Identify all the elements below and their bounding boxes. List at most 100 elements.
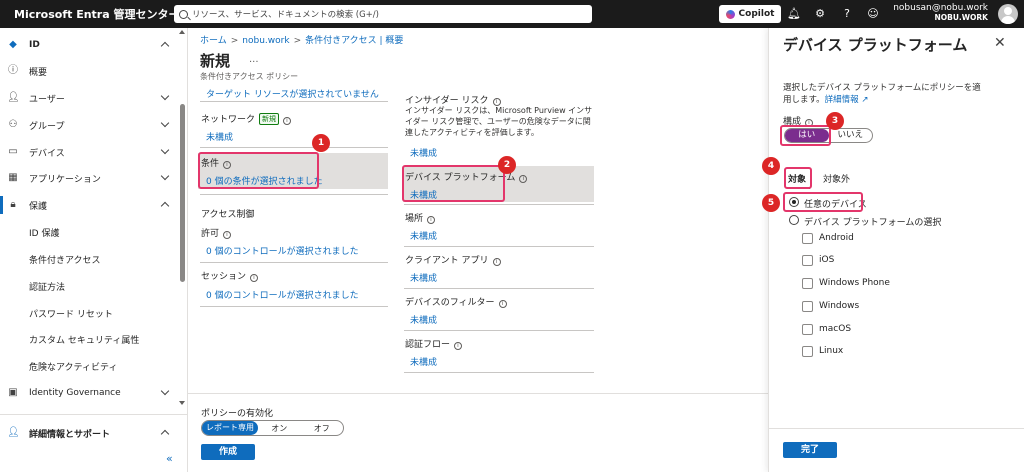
divider bbox=[200, 147, 388, 148]
more-options-icon[interactable]: ... bbox=[249, 54, 259, 65]
checkbox-ios[interactable] bbox=[802, 255, 813, 266]
checkbox-linux[interactable] bbox=[802, 346, 813, 357]
info-icon[interactable]: i bbox=[250, 274, 259, 282]
info-icon[interactable]: i bbox=[454, 342, 463, 350]
breadcrumb-tenant[interactable]: nobu.work bbox=[242, 36, 289, 46]
footer-bar: ポリシーの有効化 レポート専用 オン オフ 作成 bbox=[188, 393, 768, 472]
external-link-icon: ↗ bbox=[858, 95, 869, 105]
feedback-icon[interactable]: ☺ bbox=[866, 7, 880, 21]
checkbox-windows[interactable] bbox=[802, 301, 813, 312]
checkbox-android[interactable] bbox=[802, 233, 813, 244]
divider bbox=[404, 330, 594, 331]
insider-risk-value-link[interactable]: 未構成 bbox=[410, 146, 437, 159]
create-button[interactable]: 作成 bbox=[201, 444, 255, 460]
copilot-label: Copilot bbox=[738, 9, 775, 19]
info-icon[interactable]: i bbox=[223, 231, 232, 239]
info-icon: ⓘ bbox=[8, 65, 18, 76]
radio-select-platforms[interactable] bbox=[789, 215, 799, 225]
enable-policy-toggle[interactable]: レポート専用 オン オフ bbox=[201, 420, 344, 436]
divider bbox=[200, 101, 388, 102]
device-filter-value-link[interactable]: 未構成 bbox=[410, 313, 437, 326]
scroll-thumb[interactable] bbox=[180, 104, 185, 282]
info-icon[interactable]: i bbox=[498, 300, 507, 308]
tab-exclude[interactable]: 対象外 bbox=[823, 172, 850, 185]
close-icon[interactable]: ✕ bbox=[994, 35, 1006, 51]
sidebar-sub-password-reset[interactable]: パスワード リセット bbox=[29, 307, 113, 320]
help-icon[interactable]: ? bbox=[840, 7, 854, 21]
sidebar-item-applications[interactable]: ▦ アプリケーション bbox=[0, 165, 178, 191]
info-icon[interactable]: i bbox=[427, 216, 436, 224]
breadcrumb-ca-overview[interactable]: 条件付きアクセス | 概要 bbox=[305, 36, 403, 46]
client-apps-label: クライアント アプリ i bbox=[405, 253, 501, 266]
session-value-link[interactable]: 0 個のコントロールが選択されました bbox=[206, 288, 359, 301]
learn-more-link[interactable]: 詳細情報 bbox=[825, 95, 859, 105]
user-tenant: NOBU.WORK bbox=[934, 13, 988, 22]
chevron-down-icon bbox=[160, 120, 170, 130]
sidebar-item-label: 詳細情報とサポート bbox=[29, 429, 111, 440]
info-icon[interactable]: i bbox=[519, 175, 528, 183]
avatar[interactable] bbox=[998, 4, 1018, 24]
step-marker-4: 4 bbox=[762, 157, 780, 175]
target-resources-link[interactable]: ターゲット リソースが選択されていません bbox=[206, 87, 379, 100]
scroll-up-arrow-icon[interactable] bbox=[179, 30, 185, 34]
client-apps-value-link[interactable]: 未構成 bbox=[410, 271, 437, 284]
breadcrumb: ホーム > nobu.work > 条件付きアクセス | 概要 bbox=[200, 33, 403, 46]
device-filter-label-text: デバイスのフィルター bbox=[405, 298, 495, 308]
grant-value-link[interactable]: 0 個のコントロールが選択されました bbox=[206, 244, 359, 257]
panel-description: 選択したデバイス プラットフォームにポリシーを適用します。詳細情報 ↗ bbox=[783, 82, 983, 106]
toggle-off[interactable]: オフ bbox=[301, 423, 344, 434]
client-apps-label-text: クライアント アプリ bbox=[405, 256, 489, 266]
scroll-down-arrow-icon[interactable] bbox=[179, 401, 185, 405]
collapse-sidebar-icon[interactable]: « bbox=[166, 452, 173, 465]
sidebar-item-learn-support[interactable]: 👤︎ 詳細情報とサポート bbox=[0, 420, 178, 446]
info-icon[interactable]: i bbox=[283, 117, 292, 125]
person-help-icon: 👤︎ bbox=[7, 427, 20, 438]
toggle-on[interactable]: オン bbox=[258, 423, 301, 434]
auth-flow-value-link[interactable]: 未構成 bbox=[410, 355, 437, 368]
breadcrumb-home[interactable]: ホーム bbox=[200, 36, 227, 46]
step-marker-1: 1 bbox=[312, 134, 330, 152]
sidebar-item-devices[interactable]: ▭ デバイス bbox=[0, 139, 178, 165]
sidebar-item-groups[interactable]: ⚇ グループ bbox=[0, 112, 178, 138]
sidebar-item-label: グループ bbox=[29, 121, 65, 132]
configure-no[interactable]: いいえ bbox=[829, 129, 873, 142]
grant-label: 許可 i bbox=[201, 226, 232, 239]
sidebar-item-identity-governance[interactable]: ▣ Identity Governance bbox=[0, 380, 178, 406]
bell-icon[interactable]: 🔔︎ bbox=[787, 7, 801, 21]
device-filter-label: デバイスのフィルター i bbox=[405, 295, 507, 308]
sidebar-item-overview[interactable]: ⓘ 概要 bbox=[0, 58, 178, 84]
toggle-report-only[interactable]: レポート専用 bbox=[202, 421, 258, 435]
id-diamond-icon: ◆ bbox=[9, 39, 17, 50]
network-value-link[interactable]: 未構成 bbox=[206, 130, 233, 143]
sidebar-sub-risky-activities[interactable]: 危険なアクティビティ bbox=[29, 360, 117, 373]
info-icon[interactable]: i bbox=[492, 258, 501, 266]
sidebar-sub-auth-methods[interactable]: 認証方法 bbox=[29, 280, 65, 293]
step-marker-2: 2 bbox=[498, 156, 516, 174]
search-input[interactable]: リソース、サービス、ドキュメントの検索 (G+/) bbox=[174, 5, 592, 23]
location-value-link[interactable]: 未構成 bbox=[410, 229, 437, 242]
sidebar-item-id[interactable]: ◆ ID bbox=[0, 32, 178, 58]
session-label: セッション i bbox=[201, 269, 259, 282]
account-info[interactable]: nobusan@nobu.work NOBU.WORK bbox=[893, 3, 988, 22]
sidebar-item-protection[interactable]: 🔒︎ 保護 bbox=[0, 192, 178, 218]
user-name: nobusan@nobu.work bbox=[893, 3, 988, 13]
sidebar-item-users[interactable]: 👤︎ ユーザー bbox=[0, 85, 178, 111]
divider bbox=[404, 204, 594, 205]
brand-title[interactable]: Microsoft Entra 管理センター bbox=[14, 6, 179, 22]
gear-icon[interactable]: ⚙ bbox=[813, 7, 827, 21]
checkbox-android-label: Android bbox=[819, 233, 854, 243]
checkbox-windows-phone[interactable] bbox=[802, 278, 813, 289]
checkbox-macos[interactable] bbox=[802, 324, 813, 335]
copilot-button[interactable]: Copilot bbox=[719, 5, 781, 23]
insider-risk-description: インサイダー リスクは、Microsoft Purview インサイダー リスク… bbox=[405, 106, 593, 137]
chevron-down-icon bbox=[160, 388, 170, 398]
governance-icon: ▣ bbox=[8, 387, 18, 398]
sidebar-sub-conditional-access[interactable]: 条件付きアクセス bbox=[29, 253, 101, 266]
checkbox-windows-label: Windows bbox=[819, 301, 860, 311]
done-button[interactable]: 完了 bbox=[783, 442, 837, 458]
sidebar-sub-custom-security-attributes[interactable]: カスタム セキュリティ属性 bbox=[29, 333, 139, 346]
sidebar-sub-id-protection[interactable]: ID 保護 bbox=[29, 226, 59, 239]
chevron-down-icon bbox=[160, 93, 170, 103]
auth-flow-label-text: 認証フロー bbox=[405, 340, 451, 350]
highlight-box-configure bbox=[780, 125, 831, 146]
